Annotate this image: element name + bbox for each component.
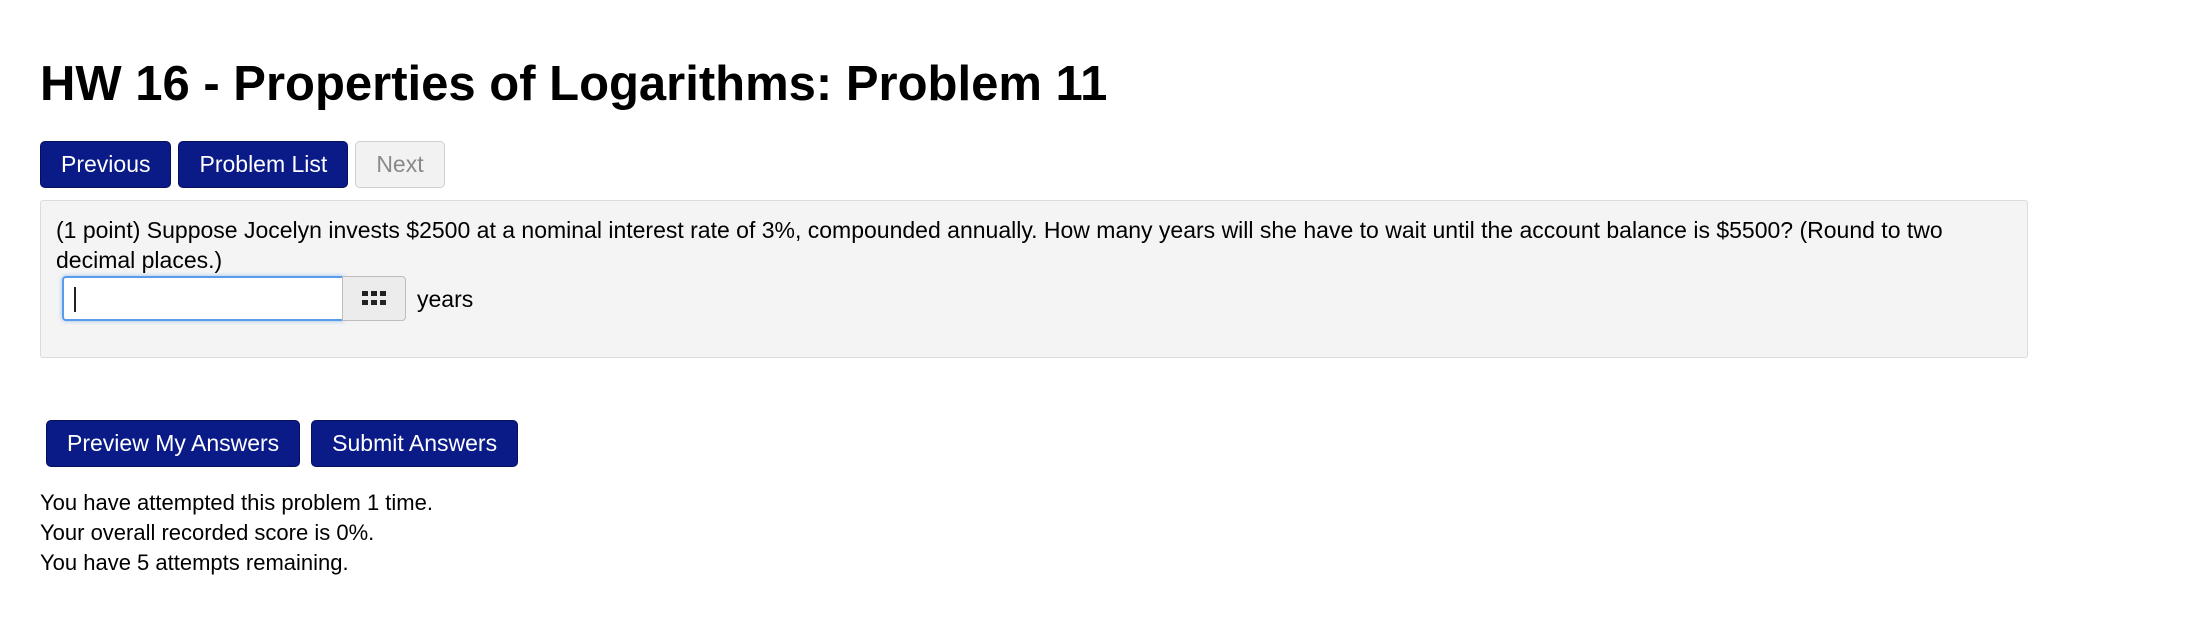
problem-statement: (1 point) Suppose Jocelyn invests $2500 … xyxy=(56,217,1943,273)
attempts-text: You have attempted this problem 1 time. xyxy=(40,490,433,515)
problem-body: (1 point) Suppose Jocelyn invests $2500 … xyxy=(40,200,2028,358)
next-button: Next xyxy=(355,141,445,188)
previous-button[interactable]: Previous xyxy=(40,141,172,188)
score-text: Your overall recorded score is 0%. xyxy=(40,520,375,545)
attempt-status: You have attempted this problem 1 time. … xyxy=(40,488,433,578)
remaining-attempts-text: You have 5 attempts remaining. xyxy=(40,550,349,575)
preview-answers-button[interactable]: Preview My Answers xyxy=(46,420,301,467)
text-caret xyxy=(74,287,76,312)
problem-navigation: Previous Problem List Next xyxy=(40,141,445,188)
submit-answers-button[interactable]: Submit Answers xyxy=(311,420,519,467)
problem-list-button[interactable]: Problem List xyxy=(178,141,349,188)
answer-unit: years xyxy=(417,286,474,312)
answer-actions: Preview My Answers Submit Answers xyxy=(46,420,519,467)
grid-icon xyxy=(362,291,386,305)
page: HW 16 - Properties of Logarithms: Proble… xyxy=(0,0,2212,618)
equation-palette-button[interactable] xyxy=(342,276,406,321)
page-title: HW 16 - Properties of Logarithms: Proble… xyxy=(40,57,1108,111)
answer-input[interactable] xyxy=(62,276,344,321)
